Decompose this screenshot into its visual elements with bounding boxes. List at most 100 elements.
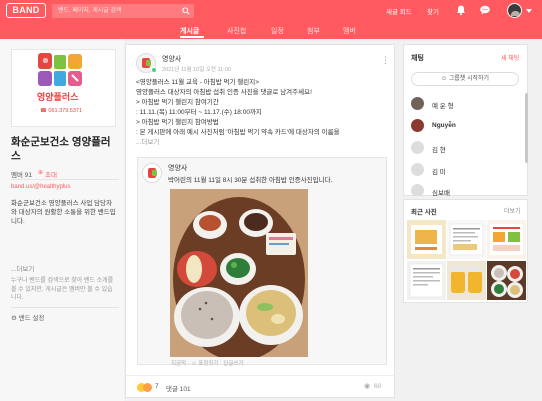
post-author[interactable]: 영양사 <box>162 54 181 64</box>
band-logo[interactable]: BAND <box>6 3 46 18</box>
search-box[interactable] <box>52 4 194 18</box>
chat-scrollbar[interactable] <box>525 93 528 163</box>
search-input[interactable] <box>58 4 176 18</box>
shared-author-avatar[interactable] <box>142 163 162 183</box>
post-line: 영양플러스 대상자의 아침밥 섭취 인증 사진을 댓글로 남겨주세요! <box>136 89 312 96</box>
member-count[interactable]: 멤버 91 <box>11 169 32 179</box>
tab-bar: 게시글 사진첩 일정 첨부 멤버 <box>0 22 542 39</box>
band-description: 화순군보건소 영양플러스 사업 담당자와 대상자의 원활한 소통을 위한 밴드입… <box>11 200 116 225</box>
chat-member[interactable]: 예 운 형 <box>411 97 521 111</box>
shared-avatar-image <box>148 168 157 178</box>
divider <box>11 179 119 180</box>
member-avatar <box>411 163 424 176</box>
breakfast-photo[interactable] <box>170 189 308 357</box>
member-avatar <box>411 141 424 154</box>
recent-photos-more-link[interactable]: 더보기 <box>504 206 521 215</box>
post-line: <영양플러스 11월 교육 - 아침밥 먹기 챌린지> <box>136 79 260 86</box>
member-name: 김 미 <box>432 169 446 176</box>
photo-thumbnail[interactable] <box>407 261 446 300</box>
privacy-note: 누구나 밴드를 검색으로 찾아 밴드 소개를 볼 수 있지만, 게시글은 멤버만… <box>11 278 114 301</box>
tab-members[interactable]: 멤버 <box>343 26 356 36</box>
gear-icon: ⚙ <box>11 315 17 322</box>
post-line: > 아침밥 먹기 챌린지 참여방법 <box>136 119 219 126</box>
eye-icon: ◉ <box>364 383 371 390</box>
member-name: 심보배 <box>432 190 450 196</box>
post-line: : 11.11.(목) 11:00부터 ~ 11.17.(수) 18:00까지 <box>136 109 262 116</box>
comment-count[interactable]: 댓글 101 <box>166 383 191 393</box>
find-link[interactable]: 찾기 <box>427 6 439 16</box>
post-body: <영양플러스 11월 교육 - 아침밥 먹기 챌린지> 영양플러스 대상자의 아… <box>136 78 391 148</box>
photo-thumbnail[interactable] <box>447 261 486 300</box>
photo-thumbnail[interactable] <box>487 261 526 300</box>
search-icon[interactable] <box>182 7 190 15</box>
member-avatar <box>411 184 424 196</box>
new-chat-link[interactable]: 새 채팅 <box>501 53 519 62</box>
chat-bubble-icon[interactable] <box>479 4 491 16</box>
cover-phone-text: ☎ 061.379.5371 <box>40 108 83 114</box>
start-group-chat-label: 그룹챗 시작하기 <box>448 76 490 82</box>
chat-member[interactable]: 심보배 <box>411 184 521 196</box>
reaction-count[interactable]: 7 <box>155 383 159 390</box>
chat-member[interactable]: 김 미 <box>411 163 521 177</box>
thumbnail-image <box>490 224 523 255</box>
active-tab-indicator <box>180 36 204 38</box>
divider <box>11 307 119 308</box>
emotion-icon[interactable] <box>143 383 152 392</box>
profile-avatar[interactable] <box>507 3 522 18</box>
post-footer: 7 댓글 101 ◉ 60 <box>126 375 396 399</box>
chat-panel: 채팅 새 채팅 ☺ 그룹챗 시작하기 예 운 형 Nguyễn 김 현 김 미 … <box>403 44 528 196</box>
invite-icon[interactable]: ⊕ <box>38 169 43 176</box>
view-count: 60 <box>374 383 382 390</box>
post-line: > 아침밥 먹기 챌린지 참여기간 <box>136 99 219 106</box>
chevron-down-icon[interactable] <box>526 9 532 13</box>
settings-button[interactable]: ⚙ 밴드 설정 <box>11 312 44 322</box>
post-line: : 본 게시판에 아래 예시 사진처럼 '아침밥 먹기 약속 카드'에 대상자의… <box>136 129 340 136</box>
band-cover-image[interactable]: 영양플러스 ☎ 061.379.5371 <box>11 49 116 127</box>
member-avatar <box>411 97 424 110</box>
cover-illustration <box>38 53 82 86</box>
band-url[interactable]: band.us/@healthyplus <box>11 184 70 190</box>
description-more-link[interactable]: ...더보기 <box>11 263 34 273</box>
photo-thumbnail[interactable] <box>407 220 446 259</box>
member-name: 김 현 <box>432 147 446 154</box>
cover-brand-text: 영양플러스 <box>37 92 79 102</box>
start-group-chat-button[interactable]: ☺ 그룹챗 시작하기 <box>411 72 519 86</box>
band-name: 화순군보건소 영양플러스 <box>11 136 111 162</box>
band-sidebar: 영양플러스 ☎ 061.379.5371 화순군보건소 영양플러스 멤버 91 … <box>0 39 124 401</box>
tab-attachments[interactable]: 첨부 <box>307 26 320 36</box>
shared-post[interactable]: 영양사 박어린의 11월 11일 8시 30분 섭취한 아침밥 인증사진입니다. <box>137 157 387 367</box>
post-card: 영양사 2021년 11월 10일 오전 11:00 ⋮ <영양플러스 11월 … <box>125 44 396 399</box>
post-date: 2021년 11월 10일 오전 11:00 <box>162 67 231 73</box>
invite-link[interactable]: 초대 <box>45 169 57 179</box>
settings-label: 밴드 설정 <box>18 315 45 322</box>
thumbnail-image <box>451 267 482 293</box>
member-name: Nguyễn <box>432 122 456 129</box>
group-chat-icon: ☺ <box>440 76 448 82</box>
new-feed-link[interactable]: 새글 피드 <box>386 6 412 16</box>
bell-icon[interactable] <box>455 4 467 16</box>
chat-title: 채팅 <box>411 55 424 62</box>
photo-thumbnail[interactable] <box>447 220 486 259</box>
tab-calendar[interactable]: 일정 <box>271 26 284 36</box>
tab-posts[interactable]: 게시글 <box>180 26 199 36</box>
thumbnail-image <box>411 225 442 254</box>
shared-author[interactable]: 영양사 <box>168 163 187 173</box>
chat-member[interactable]: 김 현 <box>411 141 521 155</box>
chat-member[interactable]: Nguyễn <box>411 119 521 133</box>
author-badge-icon <box>151 67 157 73</box>
meal-tray-image <box>170 189 308 357</box>
shared-stats: 지금막 · ☺ 표정짓기 · 답글쓰기 <box>171 361 244 367</box>
thumbnail-image <box>449 223 484 256</box>
more-options-icon[interactable]: ⋮ <box>381 55 390 66</box>
recent-photos-panel: 최근 사진 더보기 <box>403 199 528 303</box>
tab-album[interactable]: 사진첩 <box>227 26 246 36</box>
shared-text: 박어린의 11월 11일 8시 30분 섭취한 아침밥 인증사진입니다. <box>168 177 333 184</box>
recent-photos-title: 최근 사진 <box>411 209 437 216</box>
photo-thumbnail[interactable] <box>487 220 526 259</box>
thumbnail-image <box>491 265 523 298</box>
thumbnail-image <box>409 263 444 298</box>
top-bar: BAND 새글 피드 찾기 <box>0 0 542 22</box>
member-name: 예 운 형 <box>432 103 454 110</box>
member-avatar <box>411 119 424 132</box>
post-more-link[interactable]: ...더보기 <box>136 138 391 148</box>
